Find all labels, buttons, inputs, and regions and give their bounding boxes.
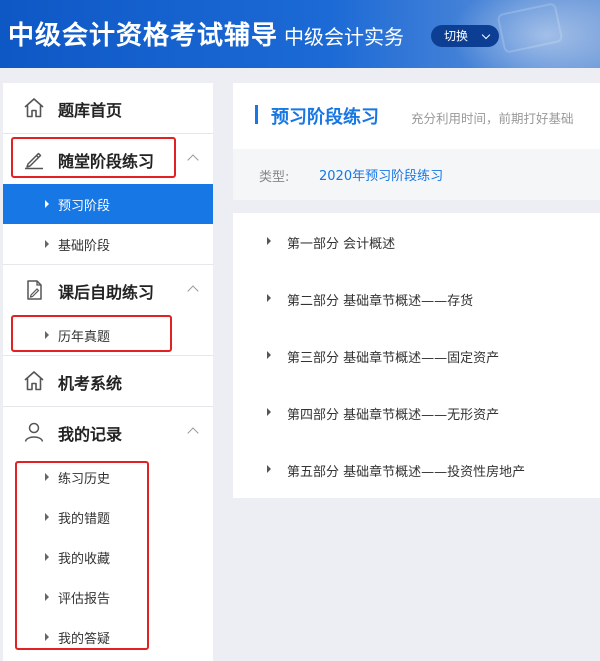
caret-right-icon [45, 553, 49, 561]
caret-right-icon [45, 633, 49, 641]
chevron-up-icon [187, 427, 199, 439]
type-filter-row: 类型: 2020年预习阶段练习 [233, 149, 600, 200]
sidebar-item-label: 预习阶段 [58, 199, 111, 214]
sidebar-item-label: 我的错题 [58, 512, 111, 527]
caret-right-icon [267, 294, 271, 302]
chapter-row[interactable]: 第一部分 会计概述 [233, 213, 600, 270]
caret-right-icon [45, 593, 49, 601]
switch-label: 切换 [444, 29, 469, 43]
sidebar-item-assessment-report[interactable]: 评估报告 [3, 577, 213, 617]
sidebar-section-label: 随堂阶段练习 [58, 152, 155, 171]
caret-right-icon [45, 473, 49, 481]
sidebar-item-label: 我的收藏 [58, 552, 111, 567]
sidebar: 题库首页 随堂阶段练习 预习阶段 基础阶段 课后自助练习 历年真题 机考系统 我… [3, 83, 213, 661]
caret-right-icon [45, 200, 49, 208]
user-icon [24, 422, 44, 442]
sidebar-item-label: 练习历史 [58, 472, 111, 487]
caret-right-icon [267, 351, 271, 359]
chapter-row[interactable]: 第二部分 基础章节概述——存货 [233, 270, 600, 327]
chevron-up-icon [187, 154, 199, 166]
sidebar-section-classroom-practice[interactable]: 随堂阶段练习 [3, 134, 213, 184]
chevron-up-icon [187, 285, 199, 297]
caret-right-icon [45, 240, 49, 248]
sidebar-item-label: 历年真题 [58, 330, 111, 345]
chapter-label: 第一部分 会计概述 [287, 237, 396, 252]
sidebar-item-basic-stage[interactable]: 基础阶段 [3, 224, 213, 264]
sidebar-section-my-records[interactable]: 我的记录 [3, 407, 213, 457]
sidebar-item-label: 我的答疑 [58, 632, 111, 647]
sidebar-item-past-exams[interactable]: 历年真题 [3, 315, 213, 355]
sidebar-item-home[interactable]: 题库首页 [3, 83, 213, 133]
sidebar-section-label: 我的记录 [58, 425, 123, 444]
chapter-label: 第五部分 基础章节概述——投资性房地产 [287, 465, 526, 480]
sidebar-item-practice-history[interactable]: 练习历史 [3, 457, 213, 497]
sidebar-section-self-practice[interactable]: 课后自助练习 [3, 265, 213, 315]
app-header: 中级会计资格考试辅导 中级会计实务 切换 [0, 0, 600, 68]
document-edit-icon [27, 280, 42, 300]
home-icon [24, 98, 44, 118]
title-accent-bar [255, 105, 258, 124]
chapter-row[interactable]: 第三部分 基础章节概述——固定资产 [233, 327, 600, 384]
switch-course-button[interactable]: 切换 [431, 25, 499, 47]
caret-right-icon [45, 331, 49, 339]
chapter-row[interactable]: 第五部分 基础章节概述——投资性房地产 [233, 441, 600, 498]
app-title: 中级会计资格考试辅导 [8, 21, 279, 51]
chapter-label: 第二部分 基础章节概述——存货 [287, 294, 474, 309]
chapter-list: 第一部分 会计概述 第二部分 基础章节概述——存货 第三部分 基础章节概述——固… [233, 213, 600, 498]
pencil-icon [25, 152, 43, 170]
sidebar-item-exam-system[interactable]: 机考系统 [3, 356, 213, 406]
type-option[interactable]: 2020年预习阶段练习 [319, 165, 443, 184]
sidebar-item-label: 基础阶段 [58, 239, 111, 254]
sidebar-section-label: 课后自助练习 [58, 283, 155, 302]
caret-right-icon [267, 465, 271, 473]
chapter-row[interactable]: 第四部分 基础章节概述——无形资产 [233, 384, 600, 441]
sidebar-item-my-questions[interactable]: 我的答疑 [3, 617, 213, 657]
page-description: 充分利用时间，前期打好基础 [411, 111, 574, 126]
sidebar-item-label: 题库首页 [58, 101, 123, 120]
chapter-label: 第四部分 基础章节概述——无形资产 [287, 408, 500, 423]
chevron-down-icon [481, 30, 491, 40]
type-label: 类型: [259, 170, 290, 185]
sidebar-item-preview-stage[interactable]: 预习阶段 [3, 184, 213, 224]
caret-right-icon [45, 513, 49, 521]
practice-header-panel: 预习阶段练习 充分利用时间，前期打好基础 类型: 2020年预习阶段练习 [233, 83, 600, 200]
chapter-label: 第三部分 基础章节概述——固定资产 [287, 351, 500, 366]
sidebar-item-favorites[interactable]: 我的收藏 [3, 537, 213, 577]
course-title: 中级会计实务 [284, 25, 404, 49]
sidebar-item-label: 机考系统 [58, 374, 123, 393]
caret-right-icon [267, 408, 271, 416]
page-title: 预习阶段练习 [271, 107, 379, 128]
caret-right-icon [267, 237, 271, 245]
sidebar-item-wrong-questions[interactable]: 我的错题 [3, 497, 213, 537]
sidebar-item-label: 评估报告 [58, 592, 111, 607]
home-icon [24, 371, 44, 391]
